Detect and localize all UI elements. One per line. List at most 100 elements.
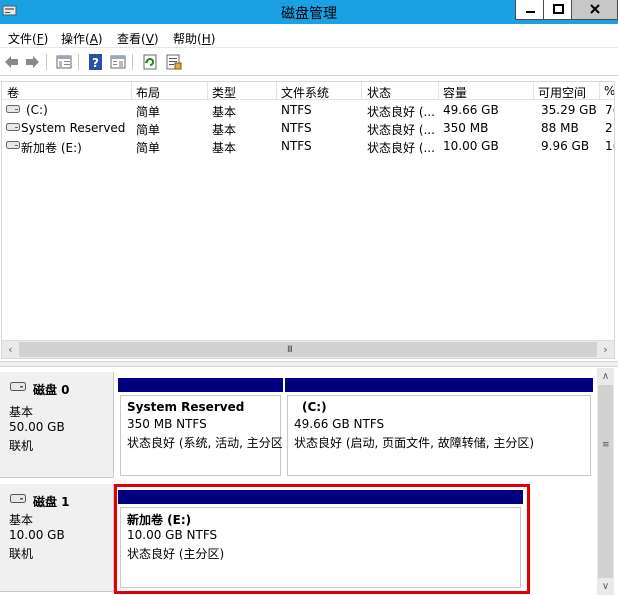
column-capacity[interactable]: 容量: [443, 84, 528, 101]
column-percent-free[interactable]: %: [604, 84, 614, 98]
cell-filesystem: NTFS: [281, 139, 312, 153]
drive-icon: [6, 123, 20, 131]
back-arrow-icon[interactable]: [2, 52, 22, 72]
disk-icon: [10, 382, 26, 391]
export-list-icon[interactable]: [164, 52, 184, 72]
disk-type: 基本: [9, 405, 34, 419]
maximize-button[interactable]: [543, 0, 572, 20]
vertical-scrollbar[interactable]: ∧ ≡ ∨: [597, 368, 614, 595]
scroll-thumb[interactable]: III: [19, 342, 597, 357]
disk-1-label[interactable]: 磁盘 1 基本 10.00 GB 联机: [0, 484, 114, 592]
cell-free-space: 9.96 GB: [541, 139, 590, 153]
cell-capacity: 49.66 GB: [443, 103, 499, 117]
column-status[interactable]: 状态: [367, 84, 437, 101]
partition-status: 状态良好 (启动, 页面文件, 故障转储, 主分区): [294, 436, 535, 450]
disk-size: 50.00 GB: [9, 420, 65, 434]
cell-free-space: 35.29 GB: [541, 103, 597, 117]
partition-status: 状态良好 (系统, 活动, 主分区: [127, 436, 282, 450]
cell-filesystem: NTFS: [281, 121, 312, 135]
highlight-box: [114, 484, 530, 594]
title-bar: 磁盘管理: [0, 0, 618, 24]
cell-type: 基本: [212, 105, 237, 119]
cell-percent-free: 7(: [605, 103, 614, 117]
close-icon: [590, 4, 600, 14]
drive-icon: [6, 141, 20, 149]
column-type[interactable]: 类型: [212, 84, 274, 101]
menu-file[interactable]: 文件(F): [8, 30, 48, 47]
cell-status: 状态良好 (...: [367, 123, 435, 137]
partition-size: 49.66 GB NTFS: [294, 417, 385, 431]
scroll-grip-icon: ≡: [602, 440, 610, 450]
help-icon[interactable]: ?: [86, 52, 106, 72]
partition-c[interactable]: (C:) 49.66 GB NTFS 状态良好 (启动, 页面文件, 故障转储,…: [285, 378, 593, 478]
column-volume[interactable]: 卷: [7, 84, 127, 101]
menu-action[interactable]: 操作(A): [61, 30, 103, 47]
cell-layout: 简单: [136, 123, 161, 137]
scroll-grip: III: [287, 345, 293, 355]
cell-free-space: 88 MB: [541, 121, 579, 135]
maximize-icon: [553, 4, 564, 14]
cell-volume: System Reserved: [21, 121, 126, 135]
close-button[interactable]: [571, 0, 618, 20]
table-row[interactable]: 新加卷 (E:) 简单 基本 NTFS 状态良好 (... 10.00 GB 9…: [2, 137, 614, 155]
svg-text:?: ?: [92, 56, 99, 70]
cell-capacity: 350 MB: [443, 121, 489, 135]
disk-type: 基本: [9, 513, 34, 527]
scroll-down-icon[interactable]: ∨: [597, 578, 614, 595]
minimize-button[interactable]: [515, 0, 544, 20]
partition-system-reserved[interactable]: System Reserved 350 MB NTFS 状态良好 (系统, 活动…: [118, 378, 283, 478]
toolbar-separator: [46, 54, 47, 70]
menu-bar: 文件(F) 操作(A) 查看(V) 帮助(H): [0, 24, 618, 48]
partition-bar: [285, 378, 593, 392]
cell-volume: 新加卷 (E:): [21, 141, 82, 155]
disk-name: 磁盘 0: [33, 383, 70, 397]
scroll-up-icon[interactable]: ∧: [597, 368, 614, 385]
column-free-space[interactable]: 可用空间: [538, 84, 598, 101]
scroll-left-icon[interactable]: ‹: [2, 341, 19, 358]
scroll-thumb[interactable]: ≡: [598, 385, 613, 578]
scroll-right-icon[interactable]: ›: [597, 341, 614, 358]
toolbar-separator: [132, 54, 133, 70]
disk-size: 10.00 GB: [9, 528, 65, 542]
column-headers: 卷 布局 类型 文件系统 状态 容量 可用空间 %: [2, 82, 614, 100]
forward-arrow-icon[interactable]: [22, 52, 42, 72]
partition-body: System Reserved 350 MB NTFS 状态良好 (系统, 活动…: [120, 395, 282, 476]
disk-0-label[interactable]: 磁盘 0 基本 50.00 GB 联机: [0, 372, 114, 478]
cell-layout: 简单: [136, 105, 161, 119]
cell-type: 基本: [212, 123, 237, 137]
console-tree-icon[interactable]: [54, 52, 74, 72]
partition-size: 350 MB NTFS: [127, 417, 207, 431]
properties-icon[interactable]: [108, 52, 128, 72]
horizontal-scrollbar[interactable]: ‹ III ›: [2, 340, 614, 358]
partition-bar: [118, 378, 283, 392]
disk-name: 磁盘 1: [33, 495, 70, 509]
partition-name: (C:): [302, 400, 327, 414]
partition-body: (C:) 49.66 GB NTFS 状态良好 (启动, 页面文件, 故障转储,…: [287, 395, 591, 476]
cell-percent-free: 1(: [605, 139, 614, 153]
toolbar: ?: [0, 49, 618, 76]
toolbar-separator: [78, 54, 79, 70]
disk-state: 联机: [9, 547, 34, 561]
table-row[interactable]: (C:) 简单 基本 NTFS 状态良好 (... 49.66 GB 35.29…: [2, 101, 614, 119]
pane-splitter[interactable]: [0, 361, 618, 367]
volume-list: 卷 布局 类型 文件系统 状态 容量 可用空间 % (C:) 简单 基本 NTF…: [1, 81, 615, 359]
column-filesystem[interactable]: 文件系统: [281, 84, 359, 101]
table-row[interactable]: System Reserved 简单 基本 NTFS 状态良好 (... 350…: [2, 119, 614, 137]
partition-name: System Reserved: [127, 400, 245, 414]
refresh-icon[interactable]: [140, 52, 160, 72]
disk-icon: [10, 494, 26, 503]
menu-view[interactable]: 查看(V): [117, 30, 159, 47]
cell-percent-free: 2!: [605, 121, 614, 135]
disk-state: 联机: [9, 439, 34, 453]
cell-type: 基本: [212, 141, 237, 155]
menu-help[interactable]: 帮助(H): [173, 30, 215, 47]
cell-status: 状态良好 (...: [367, 105, 435, 119]
cell-capacity: 10.00 GB: [443, 139, 499, 153]
cell-status: 状态良好 (...: [367, 141, 435, 155]
cell-layout: 简单: [136, 141, 161, 155]
cell-filesystem: NTFS: [281, 103, 312, 117]
cell-volume: (C:): [26, 103, 48, 117]
minimize-icon: [526, 11, 535, 13]
column-layout[interactable]: 布局: [136, 84, 204, 101]
drive-icon: [6, 105, 20, 113]
